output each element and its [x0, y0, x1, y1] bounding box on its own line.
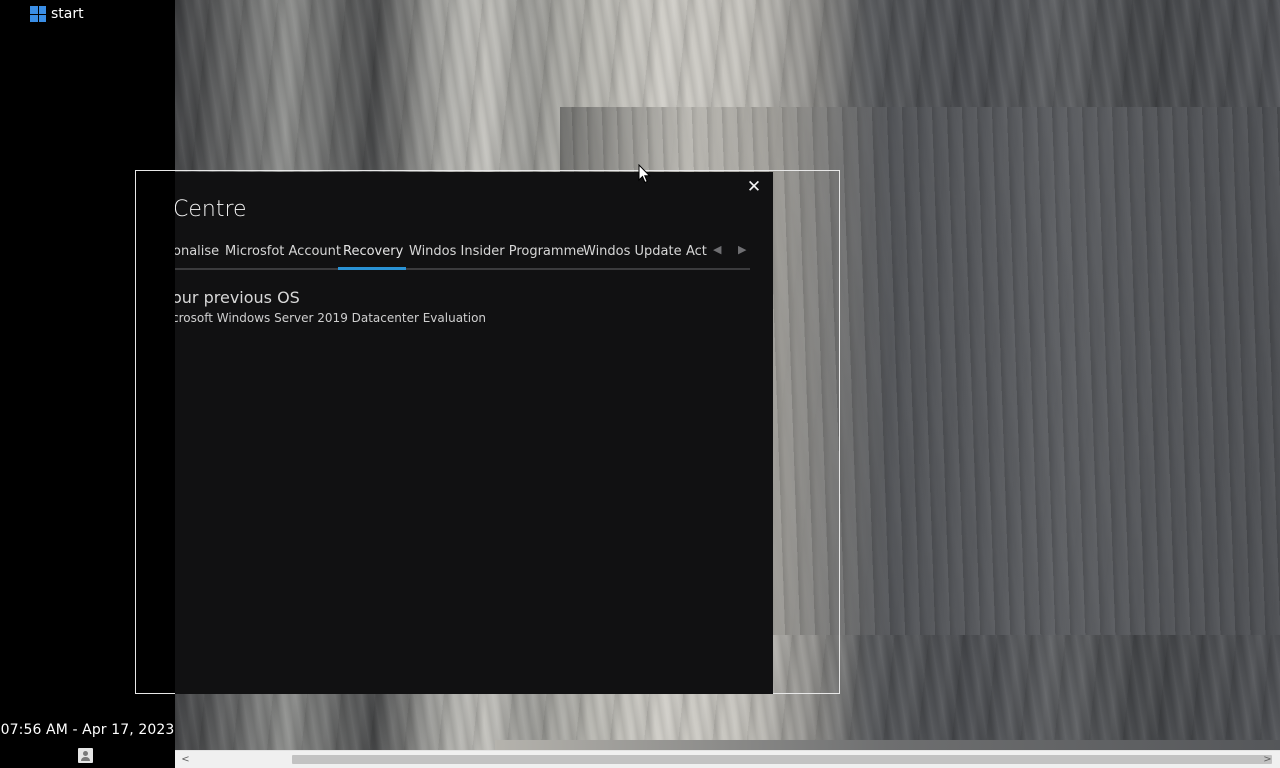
mouse-pointer-icon — [638, 164, 651, 184]
tab-strip: onalise Microsfot Account Recovery Windo… — [175, 240, 750, 270]
tab-scroll-left-icon[interactable]: ◀ — [713, 243, 721, 256]
scrollbar-thumb[interactable] — [292, 755, 1272, 764]
wallpaper-layer — [495, 740, 1280, 750]
start-button[interactable]: start — [30, 5, 84, 23]
active-tab-indicator — [338, 267, 406, 270]
tab-scroll-right-icon[interactable]: ▶ — [738, 243, 746, 256]
tab-recovery[interactable]: Recovery — [343, 244, 403, 259]
tab-windows-insider-programme[interactable]: Windos Insider Programme — [409, 244, 584, 259]
previous-os-value: crosoft Windows Server 2019 Datacenter E… — [175, 311, 487, 325]
scroll-right-arrow-icon[interactable]: > — [1259, 751, 1276, 768]
clock: 07:56 AM - Apr 17, 2023 — [0, 722, 175, 738]
window-title: Centre — [175, 197, 247, 222]
settings-window: ✕ Centre onalise Microsfot Account Recov… — [175, 172, 773, 694]
tab-windows-update[interactable]: Windos Update — [583, 244, 682, 259]
tab-microsoft-account[interactable]: Microsfot Account — [225, 244, 341, 259]
start-label: start — [51, 6, 84, 22]
previous-os-heading: our previous OS — [175, 288, 300, 307]
horizontal-scrollbar[interactable]: < > — [175, 750, 1280, 768]
tab-activation[interactable]: Acti — [686, 244, 708, 259]
close-button[interactable]: ✕ — [745, 178, 763, 196]
tab-divider — [175, 268, 750, 270]
taskbar: start 07:56 AM - Apr 17, 2023 — [0, 0, 175, 768]
windows-logo-icon — [30, 6, 46, 22]
tab-personalise[interactable]: onalise — [175, 244, 219, 259]
screen: start 07:56 AM - Apr 17, 2023 ✕ Centre o… — [0, 0, 1280, 768]
scroll-left-arrow-icon[interactable]: < — [177, 751, 194, 768]
user-icon[interactable] — [78, 748, 93, 763]
